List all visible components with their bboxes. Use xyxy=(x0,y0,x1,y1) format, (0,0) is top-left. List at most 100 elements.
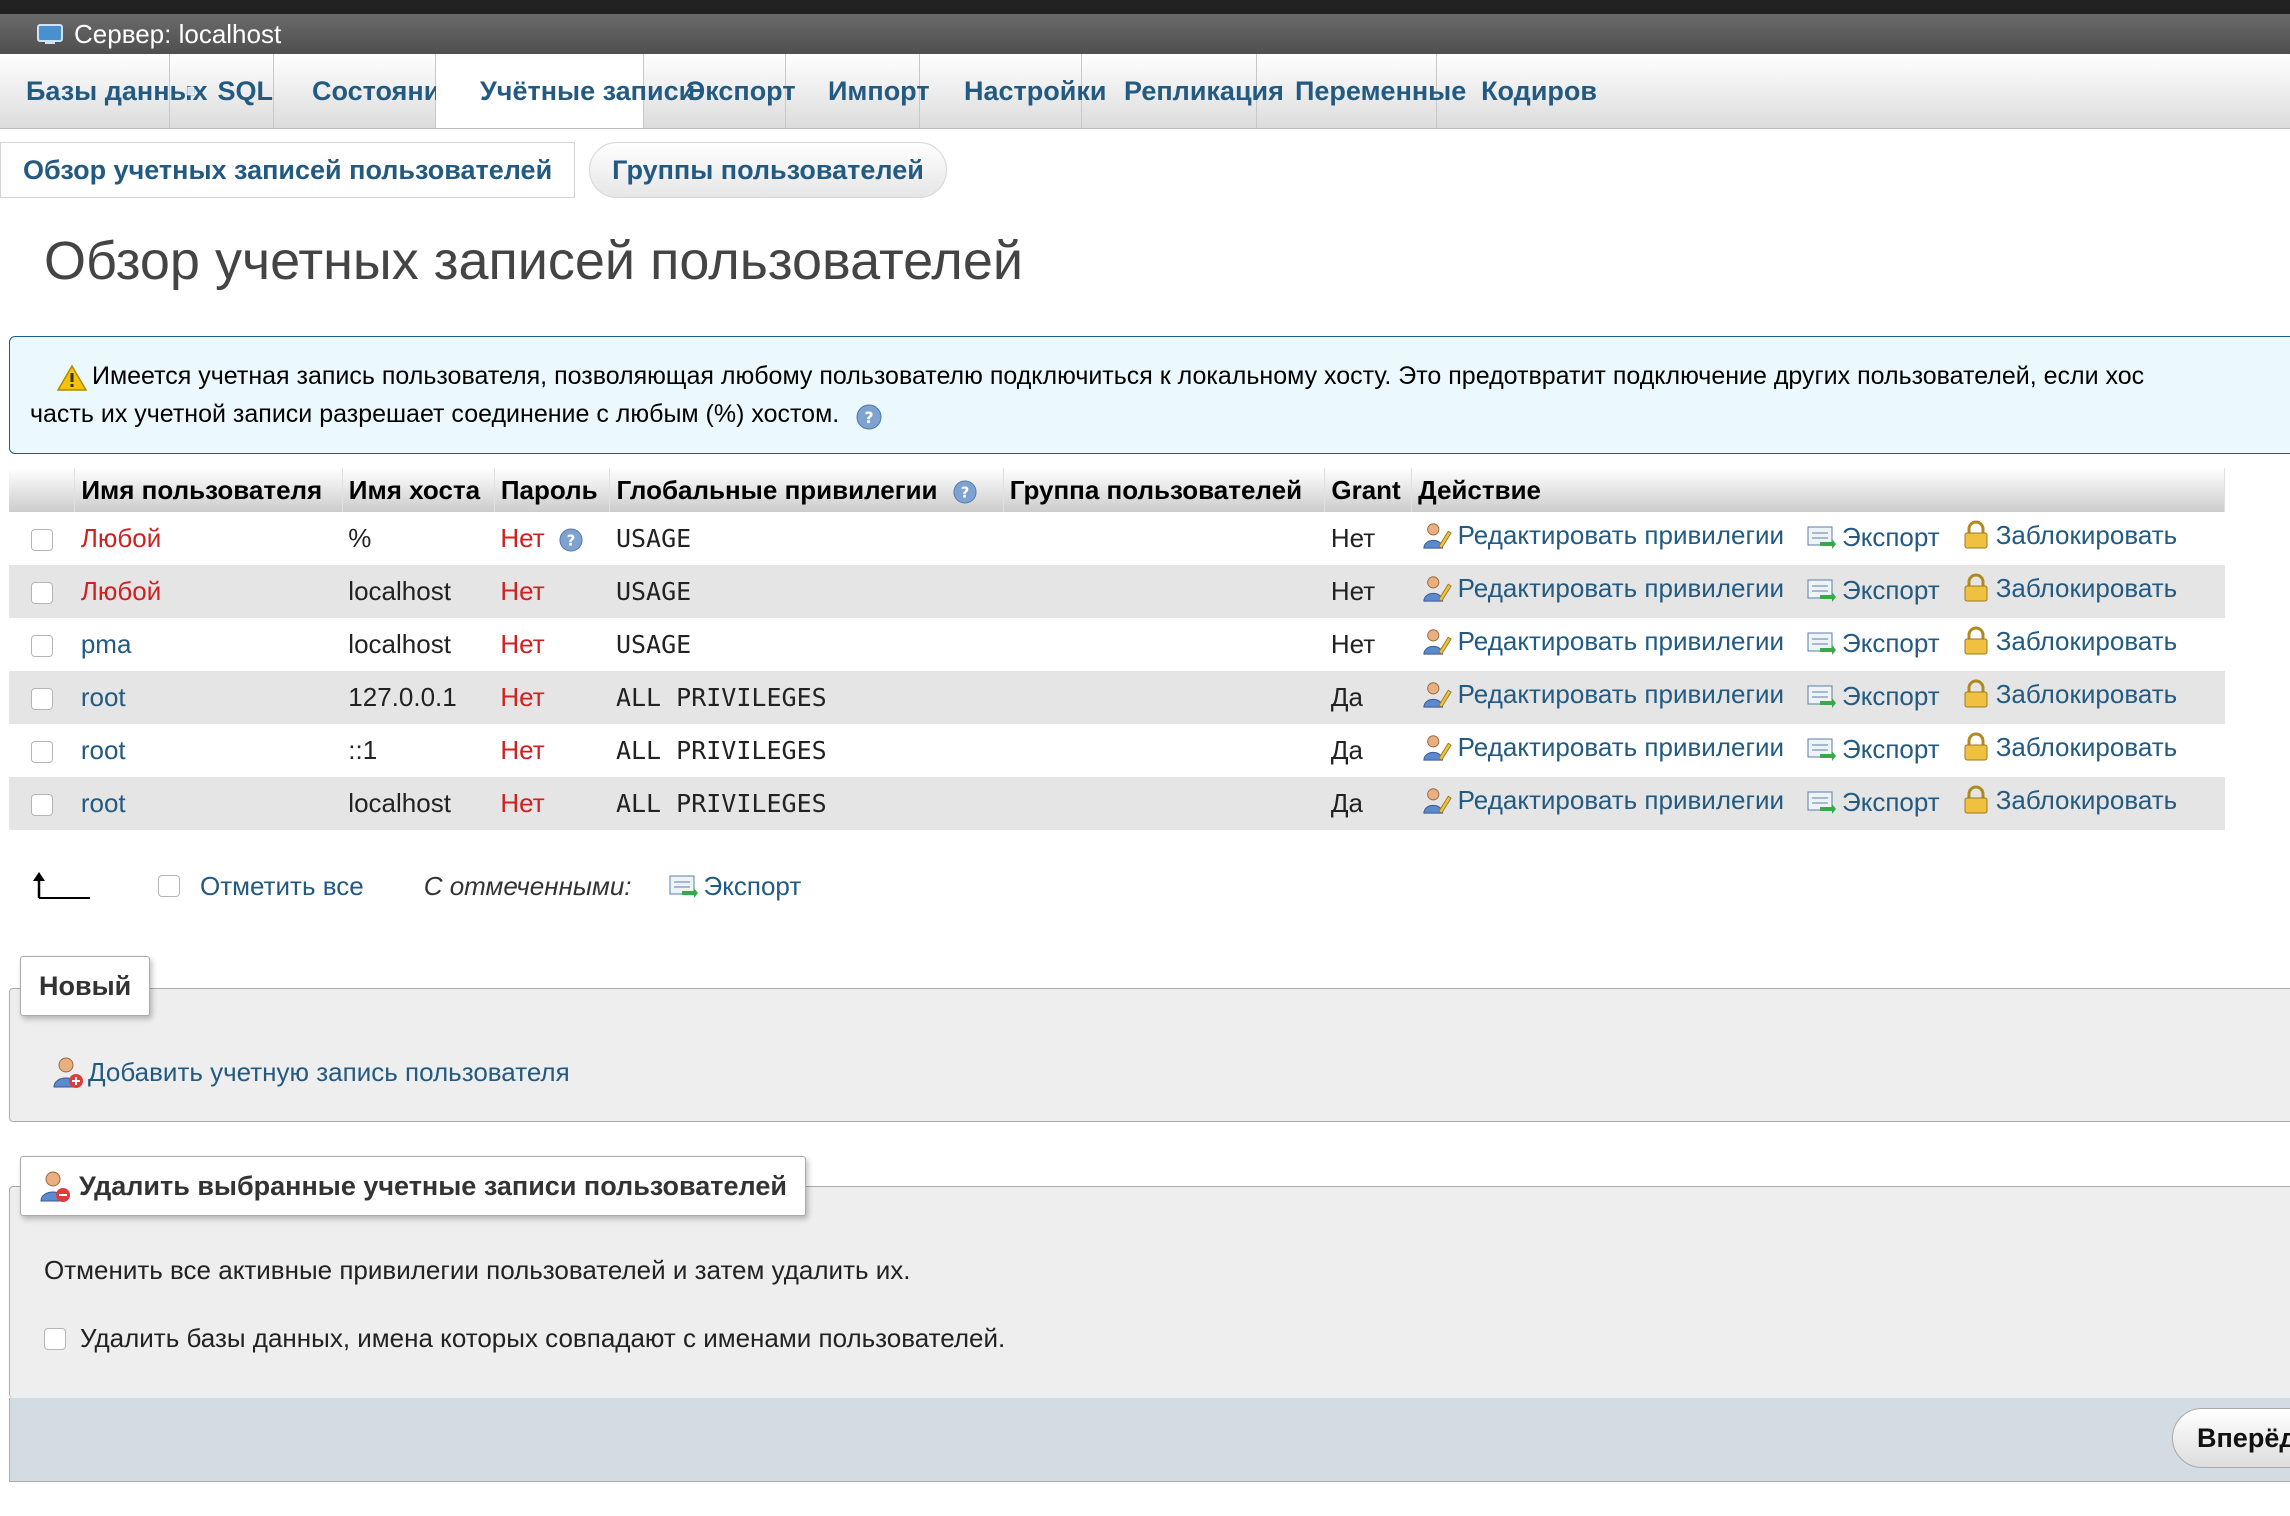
user-cell: Любой xyxy=(74,512,343,565)
check-all-checkbox[interactable] xyxy=(158,875,180,897)
edit-privileges-link[interactable]: Редактировать привилегии xyxy=(1422,626,1784,657)
edit-privileges-icon xyxy=(1423,523,1452,550)
export-icon xyxy=(1807,685,1836,709)
header-privileges-label: Глобальные привилегии xyxy=(616,474,938,505)
header-user-group[interactable]: Группа пользователей xyxy=(1003,468,1326,512)
export-user-link[interactable]: Экспорт xyxy=(1806,734,1940,765)
go-button[interactable]: Вперёд xyxy=(2172,1408,2290,1468)
export-user-label: Экспорт xyxy=(1842,786,1940,817)
row-checkbox[interactable] xyxy=(30,635,53,658)
bulk-export-label: Экспорт xyxy=(703,870,802,901)
edit-privileges-link[interactable]: Редактировать привилегии xyxy=(1422,679,1784,710)
tab-sql[interactable]: SQL xyxy=(170,54,274,128)
edit-privileges-icon xyxy=(1423,682,1452,709)
action-cell: Редактировать привилегии Экспорт Заблокиро… xyxy=(1411,724,2225,777)
table-row: Любой% Нет? USAGE Нет Редактировать привилег… xyxy=(9,512,2225,565)
row-select-cell xyxy=(9,671,75,724)
export-user-link[interactable]: Экспорт xyxy=(1806,628,1940,659)
lock-user-label: Заблокировать xyxy=(1995,678,2178,709)
server-icon xyxy=(37,24,63,44)
row-checkbox[interactable] xyxy=(30,582,53,605)
row-select-cell xyxy=(9,512,75,565)
drop-db-label[interactable]: Удалить базы данных, имена которых совпа… xyxy=(80,1323,1005,1354)
user-name-link[interactable]: root xyxy=(81,788,126,818)
edit-privileges-icon xyxy=(1423,629,1452,656)
table-row: Любой localhost Нет USAGE Нет Редактировать п… xyxy=(9,565,2225,618)
lock-user-link[interactable]: Заблокировать xyxy=(1962,678,2178,710)
help-icon[interactable]: ? xyxy=(856,404,882,430)
tab-label: Экспорт xyxy=(686,75,796,106)
password-value: Нет xyxy=(500,682,545,712)
table-row: pma localhost Нет USAGE Нет Редактировать при… xyxy=(9,618,2225,671)
row-select-cell xyxy=(9,777,75,830)
export-user-link[interactable]: Экспорт xyxy=(1806,575,1940,606)
add-user-link[interactable]: Добавить учетную запись пользователя xyxy=(52,1055,570,1089)
password-cell: Нет xyxy=(494,618,610,671)
notice-line-2: часть их учетной записи разрешает соедин… xyxy=(30,400,840,428)
export-user-link[interactable]: Экспорт xyxy=(1806,787,1940,818)
user-rows: Любой% Нет? USAGE Нет Редактировать привилег… xyxy=(9,512,2225,830)
grant-cell: Нет xyxy=(1324,565,1412,618)
header-password[interactable]: Пароль xyxy=(494,468,611,512)
privileges-cell: USAGE xyxy=(609,565,1004,618)
drop-db-checkbox[interactable] xyxy=(44,1327,66,1350)
lock-user-link[interactable]: Заблокировать xyxy=(1962,520,2177,551)
header-grant[interactable]: Grant xyxy=(1324,468,1413,512)
tab-label: SQL xyxy=(217,75,273,106)
tab-import[interactable]: Импорт xyxy=(786,54,930,128)
lock-user-link[interactable]: Заблокировать xyxy=(1962,732,2177,763)
page-title: Обзор учетных записей пользователей xyxy=(44,231,1024,291)
server-title[interactable]: Сервер: localhost xyxy=(74,19,281,50)
lock-user-link[interactable]: Заблокировать xyxy=(1962,626,2177,657)
password-value: Нет xyxy=(500,788,545,818)
export-user-label: Экспорт xyxy=(1842,521,1940,552)
tab-export[interactable]: Экспорт xyxy=(644,54,796,128)
tab-settings[interactable]: Настройки xyxy=(920,54,1106,128)
lock-user-link[interactable]: Заблокировать xyxy=(1962,573,2177,604)
user-accounts-table: Имя пользователя Имя хоста Пароль Глобал… xyxy=(9,468,2225,830)
user-name-link[interactable]: root xyxy=(81,735,126,765)
password-cell: Нет xyxy=(494,671,610,724)
form-footer xyxy=(9,1398,2290,1482)
privileges-cell: USAGE xyxy=(609,512,1004,565)
help-icon[interactable]: ? xyxy=(953,479,977,504)
tab-status[interactable]: Состояние xyxy=(274,54,455,128)
row-checkbox[interactable] xyxy=(30,741,53,764)
action-cell: Редактировать привилегии Экспорт Заблокиро… xyxy=(1411,618,2225,671)
host-cell: ::1 xyxy=(342,724,495,777)
edit-privileges-link[interactable]: Редактировать привилегии xyxy=(1422,732,1784,763)
header-privileges: Глобальные привилегии ? xyxy=(609,468,1004,512)
edit-privileges-link[interactable]: Редактировать привилегии xyxy=(1422,785,1784,816)
check-all-link[interactable]: Отметить все xyxy=(200,871,364,902)
user-name-link[interactable]: pma xyxy=(81,629,132,659)
export-user-link[interactable]: Экспорт xyxy=(1806,681,1940,712)
help-icon[interactable]: ? xyxy=(559,528,583,552)
export-user-link[interactable]: Экспорт xyxy=(1806,522,1940,553)
tab-user-accounts[interactable]: Учётные записи xyxy=(436,54,695,128)
edit-privileges-link[interactable]: Редактировать привилегии xyxy=(1422,573,1784,604)
row-checkbox[interactable] xyxy=(30,794,53,817)
bulk-export-link[interactable]: Экспорт xyxy=(668,870,802,902)
tab-replication[interactable]: Репликация xyxy=(1082,54,1284,128)
row-checkbox[interactable] xyxy=(30,688,53,711)
user-name-link[interactable]: Любой xyxy=(81,523,161,553)
header-host[interactable]: Имя хоста xyxy=(342,468,495,512)
subtab-user-groups[interactable]: Группы пользователей xyxy=(589,142,947,198)
row-checkbox[interactable] xyxy=(30,529,53,552)
tab-databases[interactable]: Базы данных xyxy=(0,54,208,128)
action-cell: Редактировать привилегии Экспорт Заблокиро… xyxy=(1411,777,2225,830)
export-user-label: Экспорт xyxy=(1842,680,1940,711)
password-cell: Нет xyxy=(494,565,610,618)
tab-charsets[interactable]: Кодиров xyxy=(1437,54,1597,128)
lock-user-link[interactable]: Заблокировать xyxy=(1962,785,2177,816)
user-name-link[interactable]: root xyxy=(81,682,126,712)
user-name-link[interactable]: Любой xyxy=(81,576,161,606)
edit-privileges-link[interactable]: Редактировать привилегии xyxy=(1422,520,1784,551)
header-user[interactable]: Имя пользователя xyxy=(74,468,343,512)
warning-notice: Имеется учетная запись пользователя, поз… xyxy=(9,336,2290,454)
subtab-user-overview[interactable]: Обзор учетных записей пользователей xyxy=(0,142,576,198)
tab-variables[interactable]: Переменные xyxy=(1257,54,1466,128)
host-cell: % xyxy=(342,512,495,565)
user-cell: root xyxy=(74,671,343,724)
edit-privileges-label: Редактировать привилегии xyxy=(1457,678,1784,709)
